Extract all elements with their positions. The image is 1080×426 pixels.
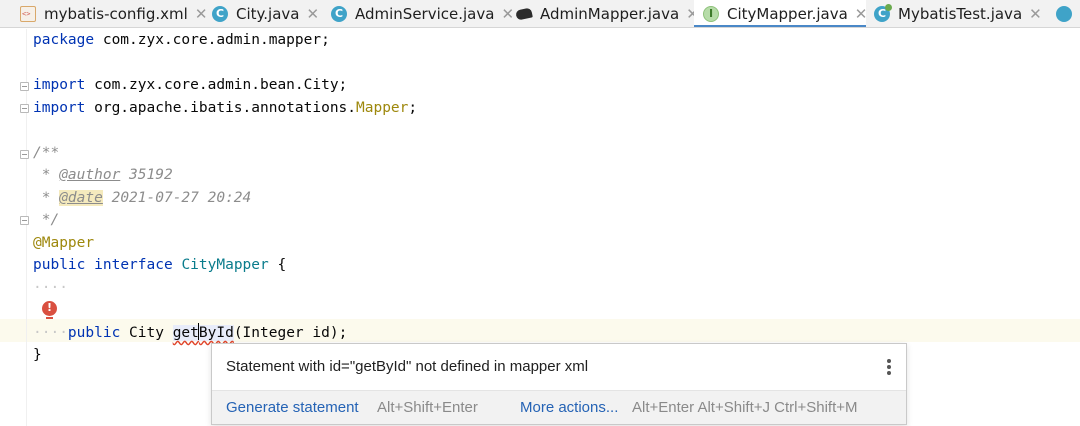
doc-tag: @date: [59, 190, 103, 206]
generate-statement-link[interactable]: Generate statement: [226, 399, 359, 416]
code-line-import-1: import com.zyx.core.admin.bean.City;: [33, 74, 347, 96]
annotation: @Mapper: [33, 235, 95, 251]
import-class: Mapper: [356, 100, 409, 116]
code-line-doc-open: /**: [33, 142, 59, 164]
interface-icon: [703, 6, 719, 22]
code-line-interface: public interface CityMapper {: [33, 254, 286, 276]
editor-tab-bar: mybatis-config.xml ✕ City.java ✕ AdminSe…: [0, 0, 1080, 28]
brace: {: [268, 257, 287, 273]
error-bulb-icon[interactable]: [42, 300, 57, 319]
method-params: (Integer id);: [233, 325, 348, 341]
xml-file-icon: [20, 6, 36, 22]
tab-label: AdminMapper.java: [540, 5, 680, 23]
fold-marker-icon[interactable]: [20, 150, 29, 159]
code-line-doc-author: * @author 35192: [33, 164, 173, 186]
tab-adminservice-java[interactable]: AdminService.java ✕: [331, 0, 514, 27]
class-icon: [1056, 6, 1072, 22]
inspection-popup: Statement with id="getById" not defined …: [211, 343, 907, 425]
keyword: public: [33, 257, 86, 273]
popup-action-bar: Generate statement Alt+Shift+Enter More …: [212, 390, 906, 424]
class-icon: [331, 6, 347, 22]
doc-comment: */: [33, 212, 60, 228]
import-path: org.apache.ibatis.annotations.: [85, 100, 357, 116]
method-name-part: get: [172, 325, 199, 341]
keyword: interface: [94, 257, 173, 273]
more-actions-shortcut: Alt+Enter Alt+Shift+J Ctrl+Shift+M: [632, 399, 858, 416]
close-tab-icon[interactable]: ✕: [195, 5, 208, 23]
tab-mybatistest-java[interactable]: MybatisTest.java ✕: [874, 0, 1042, 27]
tab-label: mybatis-config.xml: [44, 5, 188, 23]
code-line-doc-date: * @date 2021-07-27 20:24: [33, 187, 251, 209]
brace: }: [33, 347, 42, 363]
class-icon: [212, 6, 228, 22]
doc-value: 2021-07-27 20:24: [102, 190, 252, 206]
code-line-blank: ····: [33, 277, 68, 299]
tab-label: AdminService.java: [355, 5, 495, 23]
tab-adminmapper-java[interactable]: AdminMapper.java ✕: [516, 0, 699, 27]
keyword: import: [33, 77, 86, 93]
tab-citymapper-java[interactable]: CityMapper.java ✕: [694, 0, 868, 27]
keyword: package: [33, 32, 95, 48]
code-line-annotation: @Mapper: [33, 232, 94, 254]
close-tab-icon[interactable]: ✕: [306, 5, 319, 23]
doc-value: 35192: [120, 167, 173, 183]
method-name-part: ById: [198, 325, 234, 341]
package-name: com.zyx.core.admin.mapper;: [94, 32, 330, 48]
code-line-doc-close: */: [33, 209, 59, 231]
tab-overflow[interactable]: [1056, 0, 1080, 27]
fold-marker-icon[interactable]: [20, 216, 29, 225]
test-class-icon: [874, 4, 892, 22]
code-line-import-2: import org.apache.ibatis.annotations.Map…: [33, 97, 417, 119]
whitespace-dots: ····: [33, 325, 68, 341]
code-line-close: }: [33, 344, 42, 366]
tab-label: CityMapper.java: [727, 5, 848, 23]
generate-statement-shortcut: Alt+Shift+Enter: [377, 399, 478, 416]
doc-comment: *: [33, 167, 60, 183]
return-type: City: [120, 325, 173, 341]
mybatis-bird-icon: [516, 6, 532, 22]
tab-city-java[interactable]: City.java ✕: [212, 0, 319, 27]
semicolon: ;: [408, 100, 418, 116]
doc-tag: @author: [59, 167, 121, 183]
more-options-icon[interactable]: [886, 358, 892, 376]
tab-mybatis-config-xml[interactable]: mybatis-config.xml ✕: [20, 0, 208, 27]
method-name-error[interactable]: getById: [172, 323, 234, 341]
code-line-package: package com.zyx.core.admin.mapper;: [33, 29, 330, 51]
fold-marker-icon[interactable]: [20, 104, 29, 113]
doc-comment: *: [33, 190, 60, 206]
doc-comment: /**: [33, 145, 60, 161]
more-actions-link[interactable]: More actions...: [520, 399, 618, 416]
close-tab-icon[interactable]: ✕: [501, 5, 514, 23]
whitespace-dots: ····: [33, 280, 68, 296]
code-line-method: ····public City getById(Integer id);: [33, 322, 347, 344]
fold-marker-icon[interactable]: [20, 82, 29, 91]
tab-label: MybatisTest.java: [898, 5, 1023, 23]
tab-label: City.java: [236, 5, 300, 23]
close-tab-icon[interactable]: ✕: [855, 5, 868, 23]
keyword: public: [67, 325, 121, 341]
interface-name: CityMapper: [181, 257, 269, 273]
close-tab-icon[interactable]: ✕: [1029, 5, 1042, 23]
import-path: com.zyx.core.admin.bean.City;: [85, 77, 348, 93]
keyword: import: [33, 100, 86, 116]
inspection-message: Statement with id="getById" not defined …: [226, 358, 589, 375]
